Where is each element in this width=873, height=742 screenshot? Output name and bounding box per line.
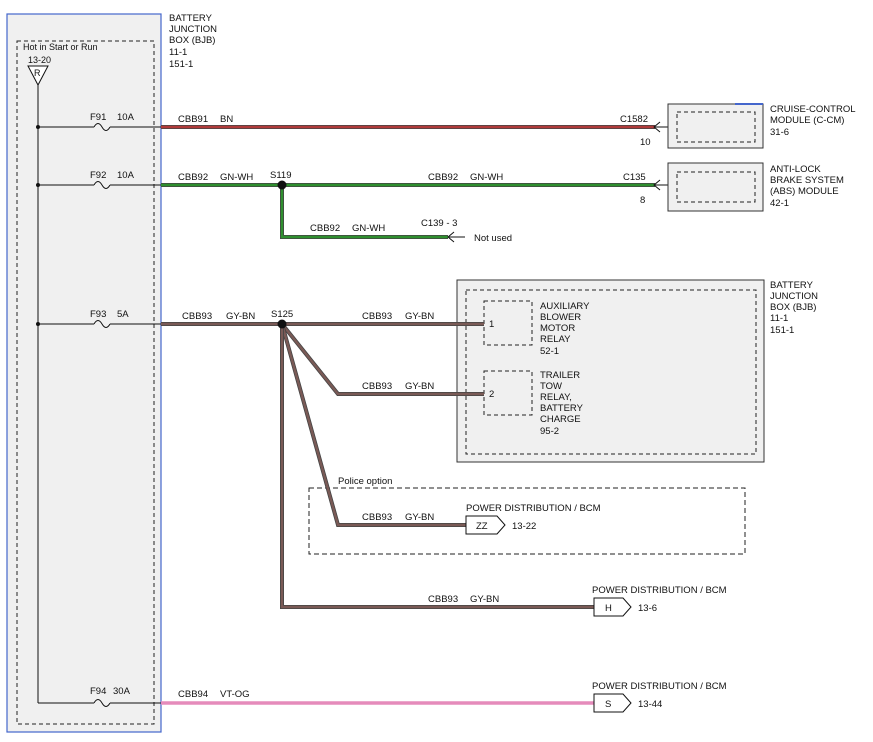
relay-1-text: 52-1 xyxy=(540,346,559,357)
fuse-amps: 10A xyxy=(117,112,135,123)
relay-2-text: TRAILER xyxy=(540,370,580,381)
module-title-line: 31-6 xyxy=(770,127,789,138)
connector-label: C1582 xyxy=(620,114,648,125)
bjb-title-line: 11-1 xyxy=(169,47,187,58)
relay-2-pin: 2 xyxy=(489,389,494,400)
fuse-amps: 30A xyxy=(113,686,131,697)
module-title-line: BATTERY xyxy=(770,280,814,291)
wire-label: CBB92 xyxy=(178,172,208,183)
page-ref-arrow-icon xyxy=(593,597,632,617)
destination-title: POWER DISTRIBUTION / BCM xyxy=(592,681,727,692)
bjb-title-line: JUNCTION xyxy=(169,24,217,35)
fuse-amps: 10A xyxy=(117,170,135,181)
wire-label: CBB93 xyxy=(362,311,392,322)
relay-1-text: BLOWER xyxy=(540,312,581,323)
wire-label: CBB94 xyxy=(178,689,208,700)
fuse-name: F93 xyxy=(90,309,106,320)
destination-letter: ZZ xyxy=(476,521,488,532)
relay-2-text: CHARGE xyxy=(540,414,581,425)
destination-h: POWER DISTRIBUTION / BCM H 13-6 xyxy=(592,585,727,617)
wire-color-label: GN-WH xyxy=(470,172,503,183)
module-title-line: MODULE (C-CM) xyxy=(770,115,844,126)
wire-color-label: BN xyxy=(220,114,233,125)
module-title-line: CRUISE-CONTROL xyxy=(770,104,856,115)
relay-1-text: MOTOR xyxy=(540,323,575,334)
relay-2-text: RELAY, xyxy=(540,392,572,403)
connector-label: C139 - 3 xyxy=(421,218,457,229)
bjb-title-line: BOX (BJB) xyxy=(169,35,215,46)
fuse-name: F92 xyxy=(90,170,106,181)
wire-label: CBB93 xyxy=(362,381,392,392)
wire-color-label: GY-BN xyxy=(405,512,434,523)
bjb-title-line: BATTERY xyxy=(169,13,213,24)
wire-color-label: GN-WH xyxy=(352,223,385,234)
module-box xyxy=(667,103,764,149)
module-title-line: (ABS) MODULE xyxy=(770,186,839,197)
police-option-label: Police option xyxy=(338,476,392,487)
destination-letter: H xyxy=(605,603,612,614)
connector-pin: 8 xyxy=(640,195,645,206)
page-ref-arrow-icon xyxy=(593,693,632,713)
relay-1-text: AUXILIARY xyxy=(540,301,590,312)
wire-label: CBB91 xyxy=(178,114,208,125)
hot-label: Hot in Start or Run xyxy=(23,42,98,52)
wire-color-label: GY-BN xyxy=(405,311,434,322)
destination-ref: 13-44 xyxy=(638,699,662,710)
module-box xyxy=(667,162,764,212)
fuse-name: F94 xyxy=(90,686,106,697)
relay-1-text: RELAY xyxy=(540,334,571,345)
module-box xyxy=(456,279,765,463)
module-title-line: 11-1 xyxy=(770,313,788,324)
wire-label: CBB92 xyxy=(310,223,340,234)
hot-letter: R xyxy=(34,68,41,78)
wire-label: CBB92 xyxy=(428,172,458,183)
connector-label: C135 xyxy=(623,172,646,183)
bjb-right: BATTERY JUNCTION BOX (BJB) 11-1 151-1 1 … xyxy=(456,279,818,463)
not-used-label: Not used xyxy=(474,233,512,244)
module-title-line: ANTI-LOCK xyxy=(770,164,821,175)
relay-1-pin: 1 xyxy=(489,319,494,330)
bjb-outer-box xyxy=(6,13,162,733)
module-title-line: BOX (BJB) xyxy=(770,302,816,313)
destination-letter: S xyxy=(605,699,611,710)
cruise-control-module: CRUISE-CONTROL MODULE (C-CM) 31-6 xyxy=(667,103,856,149)
destination-zz: POWER DISTRIBUTION / BCM ZZ 13-22 xyxy=(465,503,601,535)
wire-label: CBB93 xyxy=(182,311,212,322)
wire-cbb92: CBB92 GN-WH CBB92 GN-WH C135 8 CBB92 GN-… xyxy=(161,170,668,244)
wiring-diagram: BATTERY JUNCTION BOX (BJB) 11-1 151-1 Ho… xyxy=(6,13,856,733)
wire-color-label: GN-WH xyxy=(220,172,253,183)
module-title-line: 151-1 xyxy=(770,325,794,336)
wire-core xyxy=(280,323,468,527)
module-title-line: JUNCTION xyxy=(770,291,818,302)
fuse-name: F91 xyxy=(90,112,106,123)
fuse-amps: 5A xyxy=(117,309,129,320)
wire-color-label: GY-BN xyxy=(226,311,255,322)
wire-cbb94: CBB94 VT-OG xyxy=(161,689,594,705)
destination-title: POWER DISTRIBUTION / BCM xyxy=(592,585,727,596)
relay-2-text: TOW xyxy=(540,381,562,392)
wire-color-label: VT-OG xyxy=(220,689,250,700)
module-title-line: BRAKE SYSTEM xyxy=(770,175,844,186)
splice-dot-icon xyxy=(277,180,287,190)
bjb-title-line: 151-1 xyxy=(169,59,193,70)
destination-s: POWER DISTRIBUTION / BCM S 13-44 xyxy=(592,681,727,713)
hot-ref: 13-20 xyxy=(28,55,51,65)
destination-ref: 13-22 xyxy=(512,521,536,532)
wire-color-label: GY-BN xyxy=(405,381,434,392)
wire-color-label: GY-BN xyxy=(470,594,499,605)
splice-label: S125 xyxy=(271,309,293,320)
wire-label: CBB93 xyxy=(362,512,392,523)
relay-2-text: 95-2 xyxy=(540,426,559,437)
splice-label: S119 xyxy=(270,170,291,181)
splice-dot-icon xyxy=(277,319,287,329)
destination-title: POWER DISTRIBUTION / BCM xyxy=(466,503,601,514)
wire-label: CBB93 xyxy=(428,594,458,605)
connector-pin: 10 xyxy=(640,137,651,148)
wire-cbb91: CBB91 BN C1582 10 xyxy=(161,114,668,148)
relay-2-text: BATTERY xyxy=(540,403,584,414)
destination-ref: 13-6 xyxy=(638,603,657,614)
module-title-line: 42-1 xyxy=(770,198,789,209)
abs-module: ANTI-LOCK BRAKE SYSTEM (ABS) MODULE 42-1 xyxy=(667,162,844,212)
